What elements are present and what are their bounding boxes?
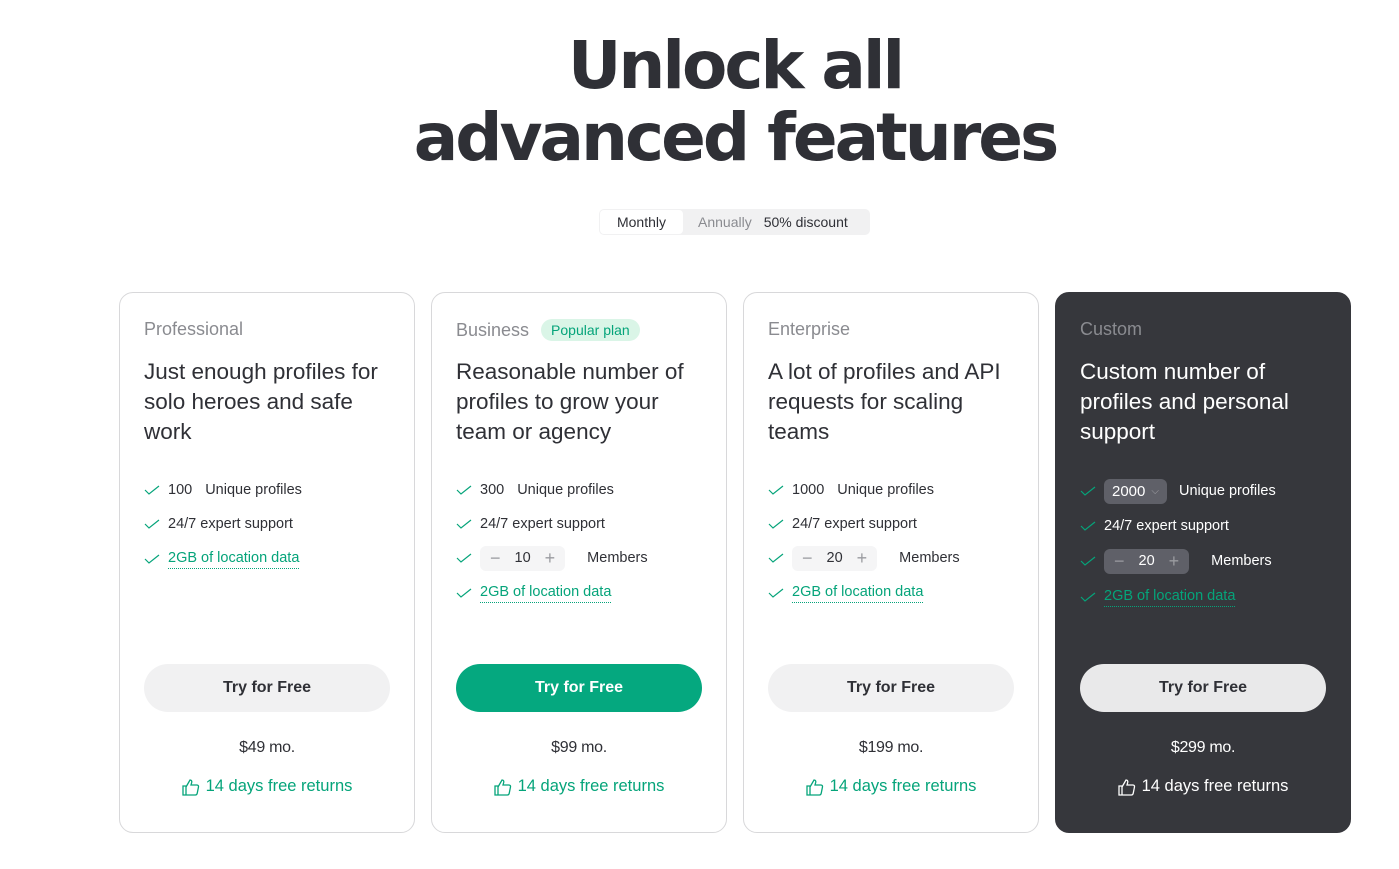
minus-icon[interactable]: − [490, 548, 501, 569]
try-for-free-button[interactable]: Try for Free [456, 664, 702, 712]
check-icon [768, 485, 784, 495]
plan-description: Just enough profiles for solo heroes and… [144, 359, 378, 444]
thumbs-up-icon [181, 778, 199, 796]
plan-price: $99 mo. [551, 739, 607, 756]
chevron-down-icon: ⌵ [1151, 485, 1159, 497]
location-data-link[interactable]: 2GB of location data [1104, 588, 1236, 607]
profiles-count: 100 [168, 482, 193, 498]
feature-profiles: 1000 Unique profiles [768, 473, 1028, 507]
minus-icon[interactable]: − [1114, 551, 1125, 572]
plan-card-business: Business Popular plan Reasonable number o… [431, 292, 727, 833]
profiles-count: 1000 [792, 482, 825, 498]
feature-location: 2GB of location data [144, 541, 404, 577]
plan-name: Professional [144, 319, 244, 339]
plan-card-professional: Professional Just enough profiles for so… [119, 292, 415, 833]
members-stepper[interactable]: −10 + [480, 545, 566, 571]
check-icon [144, 519, 160, 529]
discount-label: 50% discount [763, 214, 848, 230]
free-returns: 14 days free returns [744, 777, 1038, 796]
feature-location: 2GB of location data [456, 575, 716, 611]
check-icon [768, 519, 784, 529]
plan-price: $199 mo. [858, 739, 924, 756]
check-icon [768, 588, 784, 598]
members-stepper[interactable]: −20 + [792, 545, 878, 571]
plan-price: $49 mo. [239, 739, 295, 756]
feature-location: 2GB of location data [1080, 579, 1340, 615]
billing-toggle[interactable]: Monthly Annually 50% discount [599, 209, 870, 235]
check-icon [1080, 486, 1096, 496]
annually-option[interactable]: Annually [698, 214, 752, 230]
check-icon [456, 485, 472, 495]
plan-card-custom: Custom Custom number of profiles and per… [1055, 292, 1351, 833]
feature-support: 24/7 expert support [144, 507, 404, 541]
check-icon [456, 519, 472, 529]
check-icon [1080, 592, 1096, 602]
plan-name: Custom [1080, 319, 1143, 339]
plan-price: $299 mo. [1170, 739, 1236, 756]
feature-profiles: 100 Unique profiles [144, 473, 404, 507]
plan-card-enterprise: Enterprise A lot of profiles and API req… [743, 292, 1039, 833]
popular-badge: Popular plan [541, 319, 640, 341]
plan-name: Enterprise [768, 319, 851, 339]
check-icon [456, 553, 472, 563]
feature-members: −20 + Members [768, 541, 1028, 575]
check-icon [144, 554, 160, 564]
check-icon [1080, 521, 1096, 531]
plus-icon[interactable]: + [545, 548, 556, 569]
try-for-free-button[interactable]: Try for Free [768, 664, 1014, 712]
check-icon [456, 588, 472, 598]
thumbs-up-icon [493, 778, 511, 796]
members-stepper[interactable]: −20 + [1104, 548, 1190, 574]
thumbs-up-icon [805, 778, 823, 796]
feature-list: 300 Unique profiles 24/7 expert support −… [456, 473, 716, 611]
feature-support: 24/7 expert support [456, 507, 716, 541]
plan-description: Reasonable number of profiles to grow yo… [456, 359, 684, 444]
plus-icon[interactable]: + [857, 548, 868, 569]
plus-icon[interactable]: + [1169, 551, 1180, 572]
free-returns: 14 days free returns [120, 777, 414, 796]
check-icon [144, 485, 160, 495]
feature-members: −20 + Members [1080, 543, 1340, 579]
plan-description: A lot of profiles and API requests for s… [768, 359, 1001, 444]
minus-icon[interactable]: − [802, 548, 813, 569]
free-returns: 14 days free returns [1056, 777, 1350, 796]
feature-profiles: 2000 ⌵ Unique profiles [1080, 473, 1340, 509]
try-for-free-button[interactable]: Try for Free [1080, 664, 1326, 712]
feature-members: −10 + Members [456, 541, 716, 575]
feature-support: 24/7 expert support [768, 507, 1028, 541]
profiles-select[interactable]: 2000 ⌵ [1104, 478, 1167, 504]
feature-location: 2GB of location data [768, 575, 1028, 611]
location-data-link[interactable]: 2GB of location data [792, 584, 924, 603]
feature-list: 100 Unique profiles 24/7 expert support 2… [144, 473, 404, 577]
feature-list: 1000 Unique profiles 24/7 expert support … [768, 473, 1028, 611]
page-title: Unlock all advanced features [413, 27, 1060, 176]
check-icon [1080, 556, 1096, 566]
plan-description: Custom number of profiles and personal s… [1080, 359, 1289, 444]
feature-list: 2000 ⌵ Unique profiles 24/7 expert support… [1080, 473, 1340, 615]
feature-profiles: 300 Unique profiles [456, 473, 716, 507]
monthly-option[interactable]: Monthly [600, 210, 683, 234]
try-for-free-button[interactable]: Try for Free [144, 664, 390, 712]
location-data-link[interactable]: 2GB of location data [480, 584, 612, 603]
free-returns: 14 days free returns [432, 777, 726, 796]
thumbs-up-icon [1117, 778, 1135, 796]
location-data-link[interactable]: 2GB of location data [168, 550, 300, 569]
plan-name: Business [456, 319, 530, 340]
check-icon [768, 553, 784, 563]
feature-support: 24/7 expert support [1080, 509, 1340, 543]
profiles-count: 300 [480, 482, 505, 498]
